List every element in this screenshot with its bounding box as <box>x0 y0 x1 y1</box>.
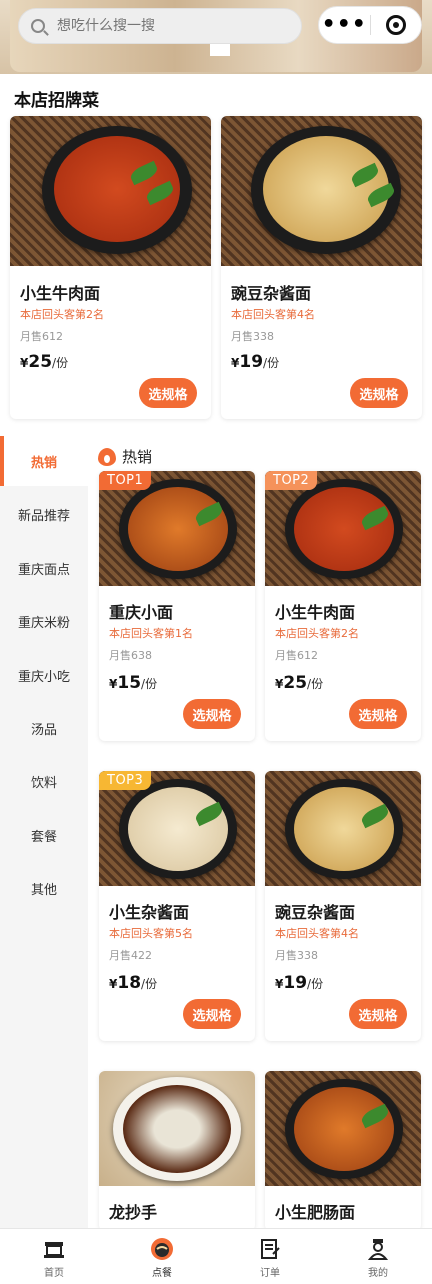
monthly-sales: 月售612 <box>275 649 318 662</box>
monthly-sales: 月售338 <box>275 949 318 962</box>
header: ••• <box>0 0 432 74</box>
rank-badge: TOP1 <box>99 471 152 490</box>
rank-label: 本店回头客第4名 <box>231 308 315 321</box>
dish-name: 小生牛肉面 <box>20 284 101 303</box>
rank-label: 本店回头客第1名 <box>109 627 193 640</box>
select-spec-button[interactable]: 选规格 <box>349 699 407 729</box>
flame-icon <box>98 447 116 466</box>
dish-photo: TOP2 <box>265 471 421 586</box>
home-icon <box>42 1237 66 1261</box>
product-card[interactable]: 小生肥肠面 <box>265 1071 421 1231</box>
dish-photo <box>10 116 211 266</box>
product-card[interactable]: 龙抄手 <box>99 1071 255 1231</box>
tab-orders[interactable]: 订单 <box>216 1229 324 1284</box>
search-icon <box>31 19 45 33</box>
tab-order-food[interactable]: 点餐 <box>108 1229 216 1284</box>
rank-label: 本店回头客第5名 <box>109 927 193 940</box>
dish-photo <box>221 116 422 266</box>
sidebar-item-hot[interactable]: 热销 <box>0 436 88 486</box>
tab-label: 点餐 <box>152 1268 172 1279</box>
rank-label: 本店回头客第4名 <box>275 927 359 940</box>
tab-label: 我的 <box>368 1268 388 1279</box>
dish-photo: TOP3 <box>99 771 255 886</box>
mini-program-capsule: ••• <box>318 6 422 44</box>
category-title: 热销 <box>122 448 153 466</box>
sidebar-item-snacks[interactable]: 重庆小吃 <box>0 650 88 700</box>
dish-photo <box>265 771 421 886</box>
tab-label: 订单 <box>260 1268 280 1279</box>
rank-badge: TOP3 <box>99 771 152 790</box>
dish-name: 龙抄手 <box>109 1203 158 1222</box>
section-title: 本店招牌菜 <box>14 91 99 111</box>
sidebar-item-drinks[interactable]: 饮料 <box>0 756 88 806</box>
select-spec-button[interactable]: 选规格 <box>350 378 408 408</box>
more-icon[interactable]: ••• <box>319 14 370 36</box>
product-card[interactable]: TOP1 重庆小面 本店回头客第1名 月售638 ¥15/份 选规格 <box>99 471 255 741</box>
dish-photo <box>265 1071 421 1186</box>
monthly-sales: 月售612 <box>20 330 63 343</box>
monthly-sales: 月售638 <box>109 649 152 662</box>
category-sidebar: 热销 新品推荐 重庆面点 重庆米粉 重庆小吃 汤品 饮料 套餐 其他 <box>0 436 88 1228</box>
orders-icon <box>258 1237 282 1261</box>
select-spec-button[interactable]: 选规格 <box>139 378 197 408</box>
search-input[interactable] <box>57 18 277 34</box>
tab-profile[interactable]: 我的 <box>324 1229 432 1284</box>
price: ¥15/份 <box>109 673 158 693</box>
dish-photo: TOP1 <box>99 471 255 586</box>
product-card[interactable]: TOP2 小生牛肉面 本店回头客第2名 月售612 ¥25/份 选规格 <box>265 471 421 741</box>
dish-name: 豌豆杂酱面 <box>275 903 356 922</box>
sidebar-item-noodles[interactable]: 重庆面点 <box>0 543 88 593</box>
rank-label: 本店回头客第2名 <box>275 627 359 640</box>
select-spec-button[interactable]: 选规格 <box>183 699 241 729</box>
close-mini-program-button[interactable] <box>370 15 421 35</box>
signature-card[interactable]: 豌豆杂酱面 本店回头客第4名 月售338 ¥19/份 选规格 <box>221 116 422 419</box>
tab-home[interactable]: 首页 <box>0 1229 108 1284</box>
signature-card[interactable]: 小生牛肉面 本店回头客第2名 月售612 ¥25/份 选规格 <box>10 116 211 419</box>
search-bar[interactable] <box>18 8 302 44</box>
rank-badge: TOP2 <box>265 471 318 490</box>
product-card[interactable]: TOP3 小生杂酱面 本店回头客第5名 月售422 ¥18/份 选规格 <box>99 771 255 1041</box>
sidebar-item-other[interactable]: 其他 <box>0 863 88 913</box>
dish-name: 小生牛肉面 <box>275 603 356 622</box>
sidebar-item-soup[interactable]: 汤品 <box>0 703 88 753</box>
rank-label: 本店回头客第2名 <box>20 308 104 321</box>
price: ¥25/份 <box>20 352 69 372</box>
dish-name: 豌豆杂酱面 <box>231 284 312 303</box>
price: ¥25/份 <box>275 673 324 693</box>
dish-photo <box>99 1071 255 1186</box>
bottom-tab-bar: 首页 点餐 订单 我的 <box>0 1228 432 1284</box>
dish-name: 重庆小面 <box>109 603 174 622</box>
monthly-sales: 月售338 <box>231 330 274 343</box>
sidebar-item-rice-noodles[interactable]: 重庆米粉 <box>0 596 88 646</box>
dish-name: 小生杂酱面 <box>109 903 190 922</box>
price: ¥19/份 <box>231 352 280 372</box>
profile-icon <box>366 1237 390 1261</box>
target-icon <box>385 15 406 35</box>
tab-label: 首页 <box>44 1268 64 1279</box>
category-header: 热销 <box>98 446 152 467</box>
price: ¥19/份 <box>275 973 324 993</box>
select-spec-button[interactable]: 选规格 <box>349 999 407 1029</box>
order-food-icon <box>150 1237 174 1261</box>
sidebar-item-new[interactable]: 新品推荐 <box>0 489 88 539</box>
dish-name: 小生肥肠面 <box>275 1203 356 1222</box>
product-card[interactable]: 豌豆杂酱面 本店回头客第4名 月售338 ¥19/份 选规格 <box>265 771 421 1041</box>
price: ¥18/份 <box>109 973 158 993</box>
monthly-sales: 月售422 <box>109 949 152 962</box>
select-spec-button[interactable]: 选规格 <box>183 999 241 1029</box>
sidebar-item-combo[interactable]: 套餐 <box>0 810 88 860</box>
